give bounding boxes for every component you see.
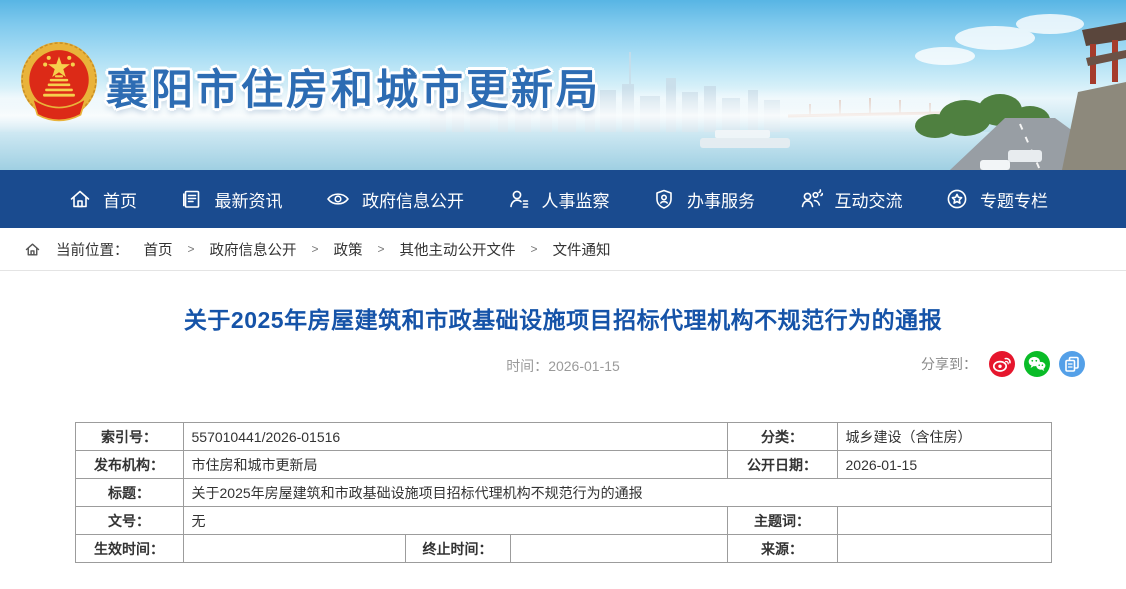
site-banner: 襄阳市住房和城市更新局 [0,0,1126,170]
chat-people-icon [798,187,824,211]
category-label: 分类： [727,423,837,451]
weibo-icon[interactable] [988,350,1016,378]
main-nav: 首页 最新资讯 政府信息公开 人事监察 办事服务 [0,170,1126,228]
table-row: 文号： 无 主题词： [75,507,1051,535]
effective-date-label: 生效时间： [75,535,183,563]
page: 襄阳市住房和城市更新局 首页 最新资讯 政府信息公开 人事监 [0,0,1126,589]
breadcrumb-item-home[interactable]: 首页 [144,239,173,260]
effective-date-value [183,535,405,563]
star-circle-icon [945,187,969,211]
publish-date-label: 公开日期： [727,451,837,479]
home-icon [68,187,92,211]
copy-icon[interactable] [1058,350,1086,378]
eye-icon [325,187,351,211]
index-number-value: 557010441/2026-01516 [183,423,727,451]
nav-item-services[interactable]: 办事服务 [652,187,755,212]
index-number-label: 索引号： [75,423,183,451]
category-value: 城乡建设（含住房） [837,423,1051,451]
table-row: 索引号： 557010441/2026-01516 分类： 城乡建设（含住房） [75,423,1051,451]
breadcrumb-prefix: 当前位置： [56,239,129,260]
article-title: 关于2025年房屋建筑和市政基础设施项目招标代理机构不规范行为的通报 [0,301,1126,335]
breadcrumb-separator: > [531,242,538,256]
shield-icon [652,187,676,211]
table-row: 发布机构： 市住房和城市更新局 公开日期： 2026-01-15 [75,451,1051,479]
home-icon [24,241,41,258]
document-meta-table: 索引号： 557010441/2026-01516 分类： 城乡建设（含住房） … [75,422,1052,563]
doc-title-value: 关于2025年房屋建筑和市政基础设施项目招标代理机构不规范行为的通报 [183,479,1051,507]
table-row: 标题： 关于2025年房屋建筑和市政基础设施项目招标代理机构不规范行为的通报 [75,479,1051,507]
keywords-value [837,507,1051,535]
nav-item-personnel[interactable]: 人事监察 [507,187,610,212]
breadcrumb-item-gov-info[interactable]: 政府信息公开 [210,239,297,260]
breadcrumb-item-doc-notices[interactable]: 文件通知 [553,239,611,260]
share-box: 分享到： [921,350,1086,378]
breadcrumb-separator: > [312,242,319,256]
breadcrumb-item-other-public-docs[interactable]: 其他主动公开文件 [400,239,516,260]
doc-number-value: 无 [183,507,727,535]
nav-label: 互动交流 [835,187,903,212]
issuing-agency-label: 发布机构： [75,451,183,479]
national-emblem-icon [18,40,100,128]
source-label: 来源： [727,535,837,563]
nav-label: 人事监察 [542,187,610,212]
source-value [837,535,1051,563]
nav-label: 办事服务 [687,187,755,212]
nav-item-home[interactable]: 首页 [68,187,137,212]
expiry-date-label: 终止时间： [405,535,510,563]
expiry-date-value [510,535,727,563]
breadcrumb-separator: > [378,242,385,256]
breadcrumb-item-policy[interactable]: 政策 [334,239,363,260]
nav-item-gov-info[interactable]: 政府信息公开 [325,187,464,212]
issuing-agency-value: 市住房和城市更新局 [183,451,727,479]
news-icon [180,187,204,211]
nav-item-special-topics[interactable]: 专题专栏 [945,187,1048,212]
publish-time: 时间：2026-01-15 [506,356,620,376]
wechat-icon[interactable] [1023,350,1051,378]
nav-label: 专题专栏 [980,187,1048,212]
nav-item-news[interactable]: 最新资讯 [180,187,283,212]
publish-date-value: 2026-01-15 [837,451,1051,479]
share-label: 分享到： [921,354,977,374]
doc-title-label: 标题： [75,479,183,507]
time-value: 2026-01-15 [548,358,620,374]
breadcrumb-separator: > [188,242,195,256]
table-row: 生效时间： 终止时间： 来源： [75,535,1051,563]
nav-item-interaction[interactable]: 互动交流 [798,187,903,212]
doc-number-label: 文号： [75,507,183,535]
nav-label: 政府信息公开 [362,187,464,212]
nav-label: 首页 [103,187,137,212]
person-icon [507,187,531,211]
keywords-label: 主题词： [727,507,837,535]
time-label: 时间： [506,358,548,374]
breadcrumb: 当前位置： 首页 > 政府信息公开 > 政策 > 其他主动公开文件 > 文件通知 [0,228,1126,271]
article-meta-row: 时间：2026-01-15 分享到： [0,350,1126,384]
site-title[interactable]: 襄阳市住房和城市更新局 [106,56,601,117]
article: 关于2025年房屋建筑和市政基础设施项目招标代理机构不规范行为的通报 时间：20… [0,301,1126,563]
nav-label: 最新资讯 [215,187,283,212]
